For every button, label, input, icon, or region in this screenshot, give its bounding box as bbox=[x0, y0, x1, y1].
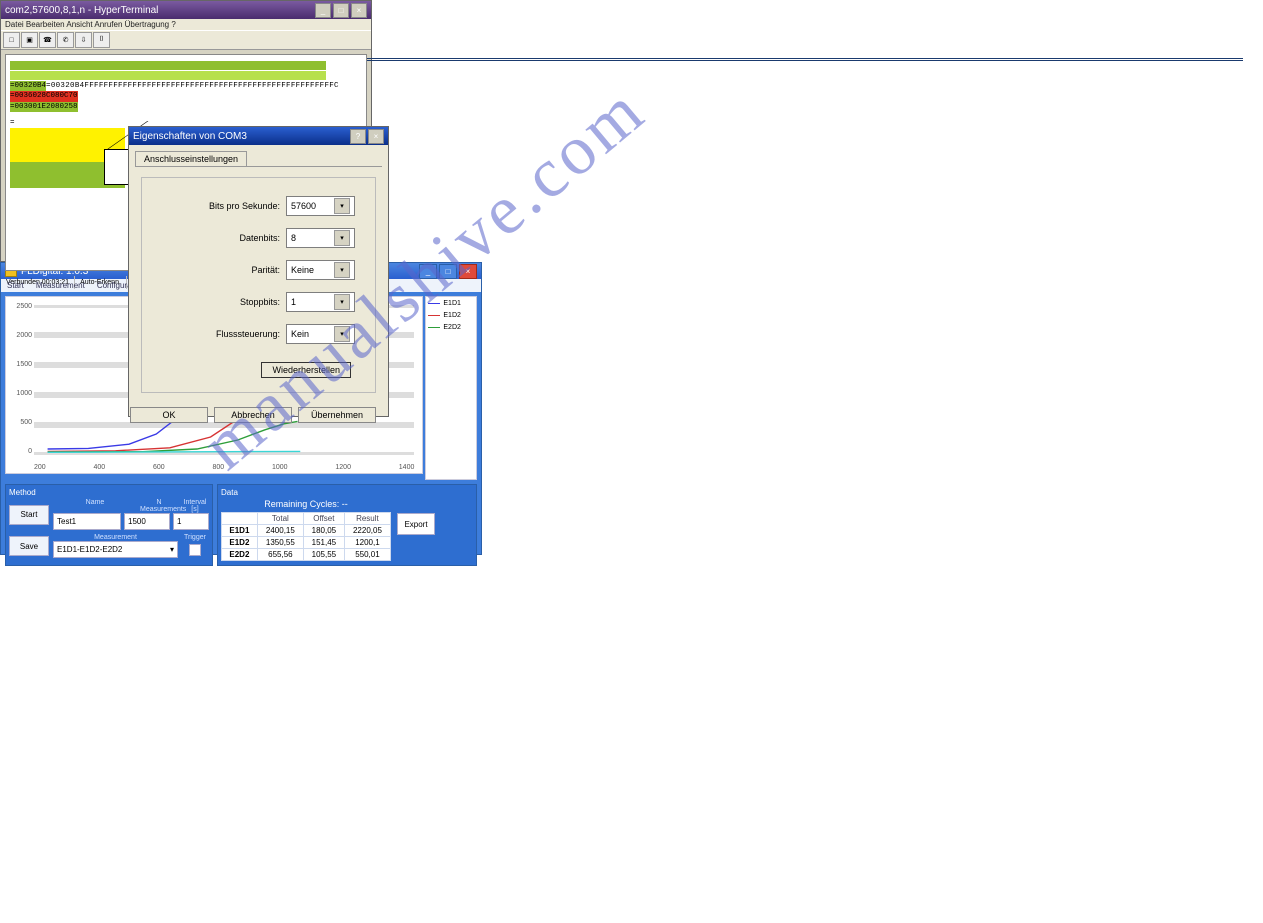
menu-start[interactable]: Start bbox=[7, 281, 24, 290]
chevron-down-icon: ▾ bbox=[334, 262, 350, 278]
chevron-down-icon: ▾ bbox=[334, 294, 350, 310]
tb-open-icon[interactable]: ▣ bbox=[21, 32, 38, 48]
com3-dialog: Eigenschaften von COM3 ? × Anschlusseins… bbox=[128, 126, 389, 417]
legend-item: E2D2 bbox=[428, 324, 474, 331]
legend-item: E1D2 bbox=[428, 312, 474, 319]
data-table: TotalOffsetResultE1D12400,15180,052220,0… bbox=[221, 512, 391, 561]
table-row: E1D12400,15180,052220,05 bbox=[222, 525, 391, 537]
tb-call-icon[interactable]: ☎ bbox=[39, 32, 56, 48]
chevron-down-icon: ▾ bbox=[334, 230, 350, 246]
term-line: =00320B4 bbox=[10, 81, 46, 91]
chart-legend: E1D1 E1D2 E2D2 bbox=[425, 296, 477, 480]
com3-title: Eigenschaften von COM3 bbox=[133, 131, 247, 142]
ht-title: com2,57600,8,1,n - HyperTerminal bbox=[5, 5, 158, 16]
name-field[interactable]: Test1 bbox=[53, 513, 121, 530]
ht-menu[interactable]: Datei Bearbeiten Ansicht Anrufen Übertra… bbox=[1, 19, 371, 30]
cancel-button[interactable]: Abbrechen bbox=[214, 407, 292, 423]
select-input[interactable]: 1▾ bbox=[286, 292, 355, 312]
select-input[interactable]: 57600▾ bbox=[286, 196, 355, 216]
chevron-down-icon: ▾ bbox=[334, 326, 350, 342]
data-head: Data bbox=[221, 488, 473, 497]
lbl-name: Name bbox=[53, 499, 137, 513]
select-input[interactable]: Keine▾ bbox=[286, 260, 355, 280]
export-button[interactable]: Export bbox=[397, 513, 435, 535]
lbl-trigger: Trigger bbox=[181, 534, 209, 541]
table-row: E2D2655,56105,55550,01 bbox=[222, 549, 391, 561]
ok-button[interactable]: OK bbox=[130, 407, 208, 423]
data-panel: Data Remaining Cycles: -- TotalOffsetRes… bbox=[217, 484, 477, 566]
minimize-icon[interactable]: _ bbox=[419, 264, 437, 279]
save-button[interactable]: Save bbox=[9, 536, 49, 556]
remaining-cycles: Remaining Cycles: -- bbox=[221, 499, 391, 509]
minimize-icon[interactable]: _ bbox=[315, 3, 331, 18]
field-label: Parität: bbox=[148, 265, 286, 275]
close-icon[interactable]: × bbox=[351, 3, 367, 18]
chevron-down-icon: ▾ bbox=[334, 198, 350, 214]
maximize-icon[interactable]: □ bbox=[439, 264, 457, 279]
interval-field[interactable]: 1 bbox=[173, 513, 209, 530]
measurement-select[interactable]: E1D1-E1D2-E2D2▾ bbox=[53, 541, 178, 558]
lbl-interval: Interval [s] bbox=[181, 499, 209, 513]
ht-titlebar[interactable]: com2,57600,8,1,n - HyperTerminal _ □ × bbox=[1, 1, 371, 19]
term-line-tail: =00320B4FFFFFFFFFFFFFFFFFFFFFFFFFFFFFFFF… bbox=[46, 82, 339, 90]
field-label: Flusssteuerung: bbox=[148, 329, 286, 339]
maximize-icon[interactable]: □ bbox=[333, 3, 349, 18]
apply-button[interactable]: Übernehmen bbox=[298, 407, 376, 423]
close-icon[interactable]: × bbox=[368, 129, 384, 144]
help-icon[interactable]: ? bbox=[350, 129, 366, 144]
chevron-down-icon: ▾ bbox=[170, 545, 174, 554]
tb-props-icon[interactable]: ⌷ bbox=[93, 32, 110, 48]
lbl-measurement: Measurement bbox=[53, 534, 178, 541]
tb-hangup-icon[interactable]: ✆ bbox=[57, 32, 74, 48]
field-label: Bits pro Sekunde: bbox=[148, 201, 286, 211]
select-input[interactable]: Kein▾ bbox=[286, 324, 355, 344]
ht-toolbar: □ ▣ ☎ ✆ ⇩ ⌷ bbox=[1, 30, 371, 50]
tb-new-icon[interactable]: □ bbox=[3, 32, 20, 48]
nmeas-field[interactable]: 1500 bbox=[124, 513, 170, 530]
table-row: E1D21350,55151,451200,1 bbox=[222, 537, 391, 549]
com3-titlebar[interactable]: Eigenschaften von COM3 ? × bbox=[129, 127, 388, 145]
select-input[interactable]: 8▾ bbox=[286, 228, 355, 248]
menu-measurement[interactable]: Measurement bbox=[36, 281, 85, 290]
trigger-checkbox[interactable] bbox=[189, 544, 201, 556]
tab-connection[interactable]: Anschlusseinstellungen bbox=[135, 151, 247, 166]
tb-send-icon[interactable]: ⇩ bbox=[75, 32, 92, 48]
restore-button[interactable]: Wiederherstellen bbox=[261, 362, 351, 378]
legend-item: E1D1 bbox=[428, 300, 474, 307]
field-label: Stoppbits: bbox=[148, 297, 286, 307]
term-line-red: =0036028C080C70 bbox=[10, 91, 78, 101]
start-button[interactable]: Start bbox=[9, 505, 49, 525]
close-icon[interactable]: × bbox=[459, 264, 477, 279]
lbl-nmeas: N Measurements bbox=[140, 499, 178, 513]
method-panel: Method Start Name N Measurements Interva… bbox=[5, 484, 213, 566]
method-head: Method bbox=[9, 488, 209, 497]
field-label: Datenbits: bbox=[148, 233, 286, 243]
term-line-green: =003001E2080258 bbox=[10, 102, 78, 112]
